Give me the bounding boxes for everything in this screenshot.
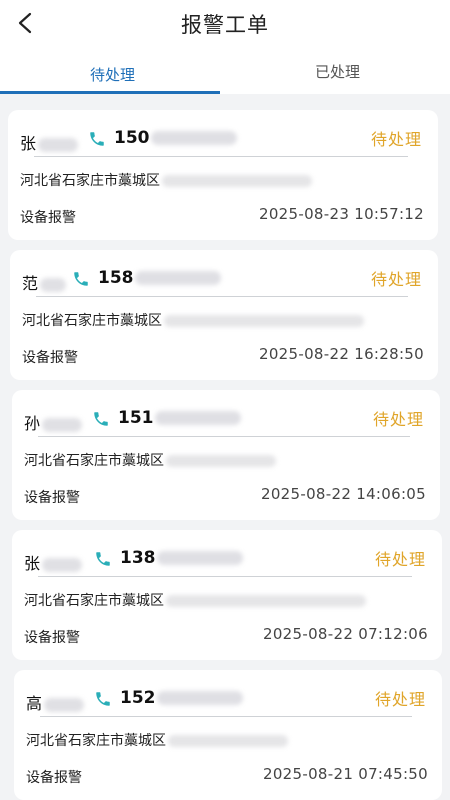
phone-icon xyxy=(96,692,110,706)
card-divider xyxy=(36,296,408,297)
status-badge: 待处理 xyxy=(372,410,424,429)
contact-name: 高 xyxy=(26,690,85,714)
page-title: 报警工单 xyxy=(181,13,269,37)
contact-phone: 152 xyxy=(120,688,243,708)
address-text: 河北省石家庄市藁城区 xyxy=(26,733,166,749)
name-redacted xyxy=(40,277,67,292)
contact-surname: 张 xyxy=(20,134,37,153)
card-divider xyxy=(38,576,412,577)
contact-name: 张 xyxy=(20,130,79,154)
address: 河北省石家庄市藁城区 xyxy=(24,590,366,610)
address-text: 河北省石家庄市藁城区 xyxy=(22,313,162,329)
alarm-time: 2025-08-22 07:12:06 xyxy=(262,625,428,643)
alarm-type: 设备报警 xyxy=(24,630,80,646)
phone-redacted xyxy=(156,691,243,705)
name-redacted xyxy=(42,557,83,572)
work-order-card[interactable]: 高 152 待处理 河北省石家庄市藁城区 设备报警 2025-08-21 07:… xyxy=(14,670,442,800)
phone-icon xyxy=(96,552,110,566)
address-redacted xyxy=(168,735,288,747)
work-order-card[interactable]: 张 138 待处理 河北省石家庄市藁城区 设备报警 2025-08-22 07:… xyxy=(12,530,442,660)
phone-prefix: 138 xyxy=(120,548,156,568)
status-badge: 待处理 xyxy=(374,690,426,709)
name-redacted xyxy=(42,417,83,432)
card-divider xyxy=(40,716,412,717)
contact-phone: 138 xyxy=(120,548,243,568)
phone-prefix: 158 xyxy=(98,268,134,288)
phone-prefix: 152 xyxy=(120,688,156,708)
address-redacted xyxy=(162,175,312,187)
tab-processed-label: 已处理 xyxy=(314,63,360,81)
contact-name: 张 xyxy=(24,550,83,574)
alarm-time: 2025-08-22 14:06:05 xyxy=(260,485,426,503)
status-badge: 待处理 xyxy=(370,130,422,149)
phone-redacted xyxy=(134,271,221,285)
work-order-card[interactable]: 张 150 待处理 河北省石家庄市藁城区 设备报警 2025-08-23 10:… xyxy=(8,110,438,240)
alarm-type: 设备报警 xyxy=(20,210,76,226)
contact-name: 范 xyxy=(22,270,67,294)
tab-pending[interactable]: 待处理 xyxy=(0,48,225,94)
tab-bar: 待处理 已处理 xyxy=(0,48,450,94)
card-divider xyxy=(34,156,408,157)
card-divider xyxy=(38,436,410,437)
name-redacted xyxy=(38,137,79,152)
phone-prefix: 150 xyxy=(114,128,150,148)
status-badge: 待处理 xyxy=(370,270,422,289)
address: 河北省石家庄市藁城区 xyxy=(26,730,288,750)
alarm-time: 2025-08-23 10:57:12 xyxy=(258,205,424,223)
name-redacted xyxy=(44,697,85,712)
contact-phone: 158 xyxy=(98,268,221,288)
contact-phone: 150 xyxy=(114,128,237,148)
alarm-time: 2025-08-22 16:28:50 xyxy=(258,345,424,363)
phone-redacted xyxy=(154,411,241,425)
address-text: 河北省石家庄市藁城区 xyxy=(20,173,160,189)
contact-surname: 张 xyxy=(24,554,41,573)
address-redacted xyxy=(166,455,276,467)
phone-icon xyxy=(94,412,108,426)
address: 河北省石家庄市藁城区 xyxy=(24,450,276,470)
alarm-type: 设备报警 xyxy=(22,350,78,366)
address: 河北省石家庄市藁城区 xyxy=(20,170,312,190)
contact-surname: 孙 xyxy=(24,414,41,433)
address-text: 河北省石家庄市藁城区 xyxy=(24,593,164,609)
phone-icon xyxy=(74,272,88,286)
tab-pending-label: 待处理 xyxy=(89,66,135,84)
contact-name: 孙 xyxy=(24,410,83,434)
contact-surname: 高 xyxy=(26,694,43,713)
contact-surname: 范 xyxy=(22,274,39,293)
work-order-card[interactable]: 范 158 待处理 河北省石家庄市藁城区 设备报警 2025-08-22 16:… xyxy=(10,250,438,380)
phone-icon xyxy=(90,132,104,146)
contact-phone: 151 xyxy=(118,408,241,428)
header-bar: 报警工单 xyxy=(0,0,450,48)
alarm-type: 设备报警 xyxy=(24,490,80,506)
tab-active-indicator xyxy=(0,91,220,94)
phone-redacted xyxy=(156,551,243,565)
address: 河北省石家庄市藁城区 xyxy=(22,310,364,330)
status-badge: 待处理 xyxy=(374,550,426,569)
address-text: 河北省石家庄市藁城区 xyxy=(24,453,164,469)
tab-processed[interactable]: 已处理 xyxy=(225,48,450,94)
phone-redacted xyxy=(150,131,237,145)
alarm-time: 2025-08-21 07:45:50 xyxy=(262,765,428,783)
alarm-type: 设备报警 xyxy=(26,770,82,786)
phone-prefix: 151 xyxy=(118,408,154,428)
address-redacted xyxy=(166,595,366,607)
address-redacted xyxy=(164,315,364,327)
work-order-card[interactable]: 孙 151 待处理 河北省石家庄市藁城区 设备报警 2025-08-22 14:… xyxy=(12,390,440,520)
